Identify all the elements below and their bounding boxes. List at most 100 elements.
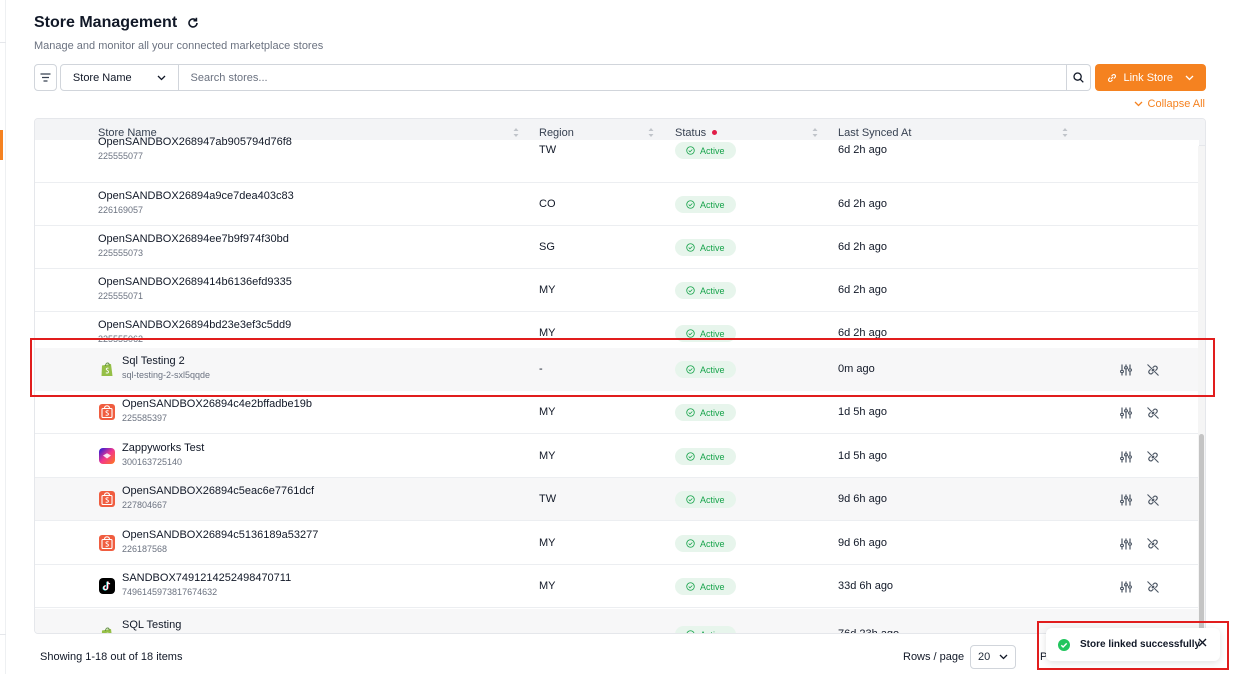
last-synced: 6d 2h ago [838, 198, 887, 210]
check-circle-icon [686, 365, 695, 374]
table-row[interactable]: OpenSANDBOX26894c5136189a53277 226187568 M… [35, 522, 1199, 565]
store-name: OpenSANDBOX26894c5eac6e7761dcf [122, 485, 315, 497]
store-settings-icon[interactable] [1119, 580, 1133, 594]
chevron-down-icon [157, 75, 166, 80]
table-scrollbar[interactable] [1198, 146, 1205, 633]
store-region: MY [539, 327, 556, 339]
page-header: Store Management Manage and monitor all … [34, 14, 323, 52]
store-region: MY [539, 284, 556, 296]
table-row[interactable]: SQL Testing - Active 76d 23h ago [35, 609, 1199, 633]
check-circle-icon [686, 452, 695, 461]
store-settings-icon[interactable] [1119, 363, 1133, 377]
store-id: 225555071 [98, 291, 144, 301]
column-label: Status [675, 126, 707, 139]
check-circle-icon [686, 408, 695, 417]
status-badge: Active [675, 361, 736, 378]
status-label: Active [700, 407, 725, 418]
store-settings-icon[interactable] [1119, 450, 1133, 464]
table-row[interactable]: OpenSANDBOX26894c4e2bffadbe19b 225585397 M… [35, 391, 1199, 434]
store-name: Zappyworks Test [122, 442, 205, 454]
store-name: OpenSANDBOX26894bd23e3ef3c5dd9 [98, 319, 292, 331]
status-label: Active [700, 285, 725, 296]
last-synced: 9d 6h ago [838, 537, 887, 549]
left-rail [0, 0, 6, 674]
store-id: 227804667 [122, 500, 168, 510]
check-circle-icon [686, 582, 695, 591]
unlink-icon[interactable] [1146, 406, 1160, 420]
scrollbar-thumb[interactable] [1199, 434, 1204, 632]
store-settings-icon[interactable] [1119, 537, 1133, 551]
store-id: 225585397 [122, 413, 168, 423]
rail-divider [0, 42, 6, 43]
store-region: TW [539, 144, 557, 156]
table-row[interactable]: Zappyworks Test 300163725140 MY Active 1d 5h… [35, 435, 1199, 478]
unlink-icon[interactable] [1146, 580, 1160, 594]
page-title: Store Management [34, 14, 178, 31]
table-row[interactable]: Sql Testing 2 sql-testing-2-sxl5qqde - Acti… [35, 348, 1199, 393]
sort-icon[interactable] [512, 127, 520, 138]
last-synced: 1d 5h ago [838, 406, 887, 418]
search-input[interactable] [178, 64, 1067, 91]
last-synced: 6d 2h ago [838, 327, 887, 339]
store-region: MY [539, 580, 556, 592]
check-circle-icon [686, 329, 695, 338]
check-circle-icon [686, 146, 695, 155]
filter-button[interactable] [34, 64, 57, 91]
store-name: OpenSANDBOX26894a9ce7dea403c83 [98, 190, 294, 202]
unlink-icon[interactable] [1146, 450, 1160, 464]
sort-icon[interactable] [647, 127, 655, 138]
store-name: OpenSANDBOX26894ee7b9f974f30bd [98, 233, 289, 245]
store-name: SANDBOX7491214252498470711 [122, 572, 292, 584]
status-badge: Active [675, 626, 736, 633]
lazada-icon [98, 447, 116, 465]
rows-per-page-label: Rows / page [903, 651, 965, 663]
store-settings-icon[interactable] [1119, 406, 1133, 420]
status-badge: Active [675, 142, 736, 159]
table-row[interactable]: OpenSANDBOX26894​7ab905794d76f8 225555077… [35, 136, 1199, 183]
link-store-button[interactable]: Link Store [1095, 64, 1206, 91]
stores-table: Store Name Region Status Last Synced At … [34, 118, 1206, 634]
store-region: MY [539, 450, 556, 462]
table-row[interactable]: OpenSANDBOX26894ee7b9f974f30bd 225555073 S… [35, 226, 1199, 269]
check-circle-icon [686, 630, 695, 633]
tiktok-icon [98, 577, 116, 595]
shopee-icon [98, 534, 116, 552]
store-id: sql-testing-2-sxl5qqde [122, 370, 211, 380]
table-row[interactable]: OpenSANDBOX26894a9ce7dea403c83 226169057 C… [35, 183, 1199, 226]
sort-icon[interactable] [1061, 127, 1069, 138]
chevron-down-icon [999, 654, 1008, 660]
active-nav-indicator [0, 130, 3, 160]
unlink-icon[interactable] [1146, 493, 1160, 507]
status-label: Active [700, 581, 725, 592]
last-synced: 33d 6h ago [838, 580, 894, 592]
rows-per-page-select[interactable]: 20 [970, 645, 1016, 669]
sort-icon[interactable] [811, 127, 819, 138]
table-row[interactable]: SANDBOX7491214252498470711 74961459738176… [35, 565, 1199, 608]
status-badge: Active [675, 239, 736, 256]
refresh-icon[interactable] [186, 16, 200, 30]
store-settings-icon[interactable] [1119, 493, 1133, 507]
status-filter-dot [712, 130, 718, 135]
unlink-icon[interactable] [1146, 363, 1160, 377]
unlink-icon[interactable] [1146, 537, 1160, 551]
store-id: 7496145973817674632 [122, 587, 218, 597]
status-badge: Active [675, 535, 736, 552]
store-id: 225555062 [98, 334, 144, 344]
close-icon[interactable] [1197, 637, 1208, 648]
shopify-icon [98, 360, 116, 378]
table-row[interactable]: OpenSANDBOX2689414b6136efd9335 225555071 M… [35, 269, 1199, 312]
check-circle-icon [686, 286, 695, 295]
check-circle-icon [686, 539, 695, 548]
search-button[interactable] [1066, 64, 1092, 91]
status-badge: Active [675, 325, 736, 342]
toast-notification: Store linked successfully [1046, 628, 1220, 661]
store-id: 225555077 [98, 151, 144, 161]
last-synced: 1d 5h ago [838, 450, 887, 462]
column-label: Last Synced At [838, 126, 912, 139]
table-row[interactable]: OpenSANDBOX26894c5eac6e7761dcf 227804667 T… [35, 478, 1199, 521]
search-field-select[interactable]: Store Name [59, 64, 179, 91]
collapse-all-button[interactable]: Collapse All [1134, 98, 1205, 110]
check-circle-icon [686, 200, 695, 209]
status-label: Active [700, 538, 725, 549]
status-label: Active [700, 328, 725, 339]
